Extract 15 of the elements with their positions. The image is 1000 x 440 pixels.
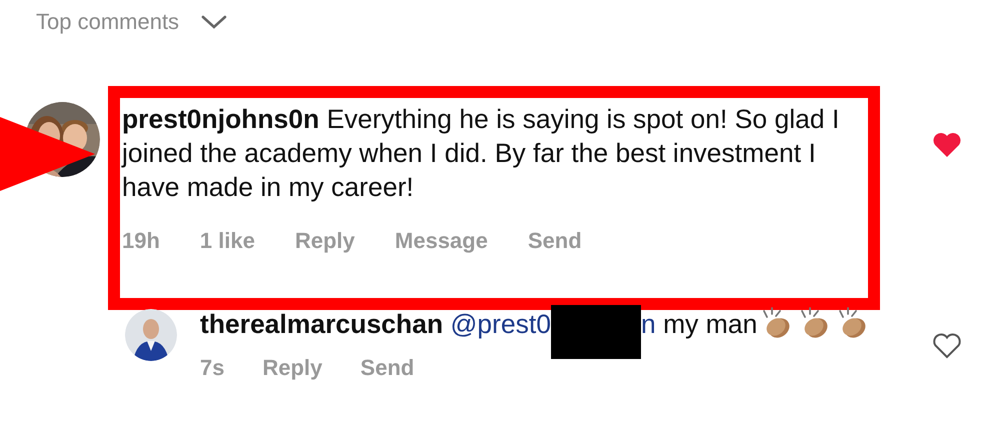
timestamp: 7s <box>200 355 224 381</box>
action-link[interactable]: Reply <box>294 228 355 254</box>
sort-label[interactable]: Top comments <box>36 9 180 35</box>
action-link[interactable]: Send <box>360 355 414 381</box>
chevron-icon[interactable] <box>201 14 228 30</box>
heart-icon[interactable] <box>932 132 962 158</box>
heart-icon[interactable] <box>932 333 962 359</box>
reply-text: therealmarcuschan @prest0 n my man <box>200 309 758 339</box>
action-link[interactable]: Reply <box>262 355 322 381</box>
arrow-icon <box>0 117 95 191</box>
likes-count[interactable]: 1 like <box>200 228 255 254</box>
timestamp: 19h <box>122 228 160 254</box>
action-link[interactable]: Message <box>394 228 488 254</box>
comment-text: prest0njohns0n Everything he is saying is spot on! So glad I joined the academy when I did. By far the best investment I have made in my career! <box>122 103 840 204</box>
action-link[interactable]: Send <box>528 228 582 254</box>
